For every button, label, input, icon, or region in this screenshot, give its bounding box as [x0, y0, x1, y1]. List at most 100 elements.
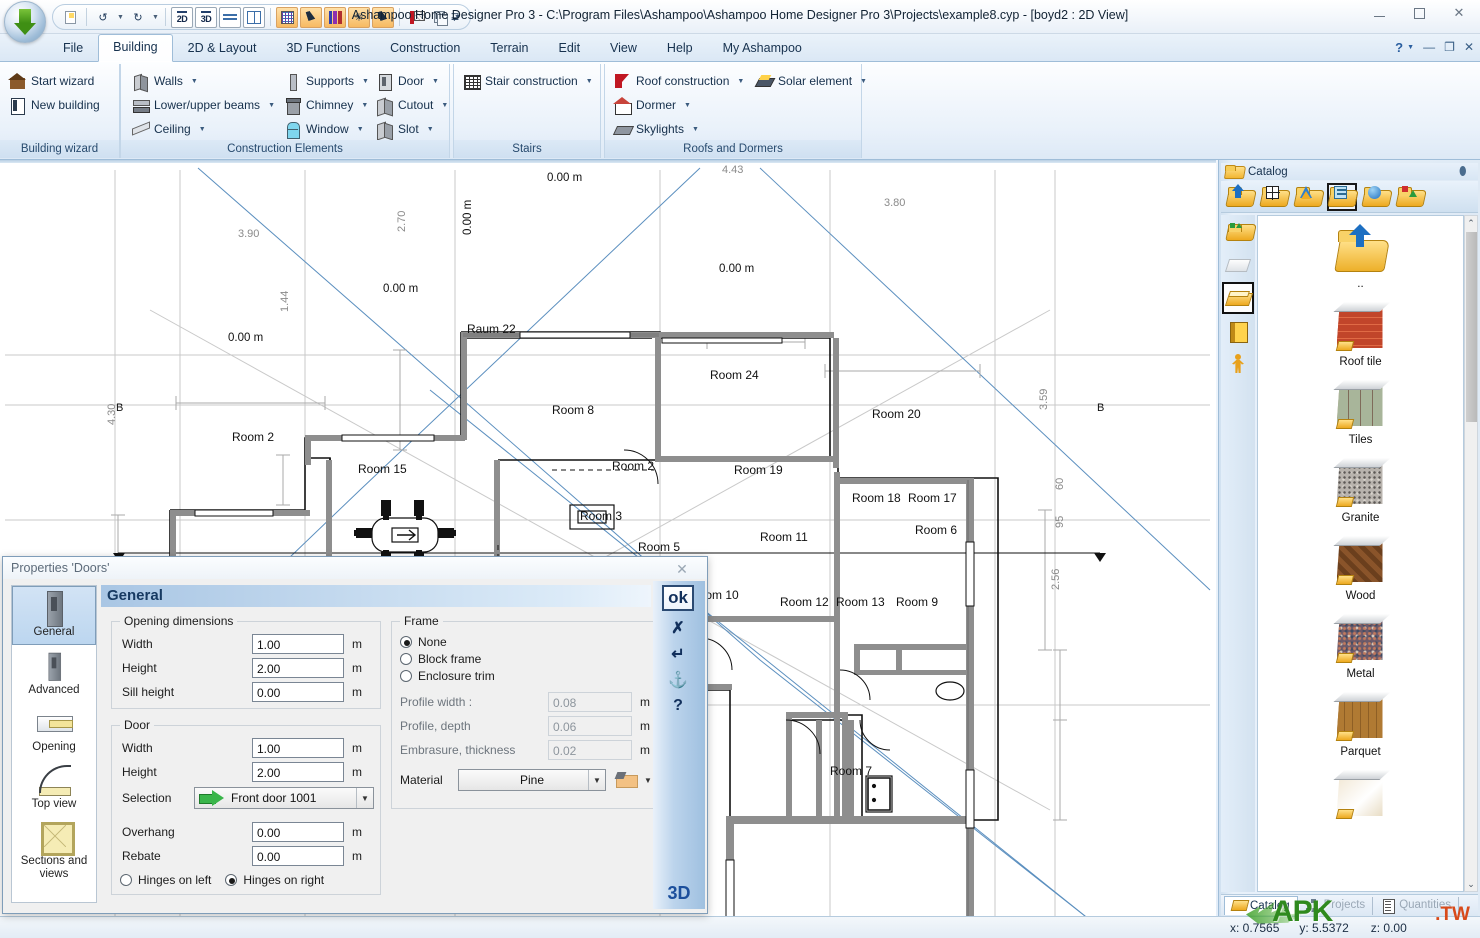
nav-item-general[interactable]: General	[12, 586, 96, 645]
opening-height-input[interactable]	[252, 658, 344, 678]
ribbon-item-cutout[interactable]: Cutout ▼	[373, 94, 451, 116]
catalog-tab-3d-objects[interactable]	[1222, 249, 1254, 281]
catalog-list-item[interactable]: Parquet	[1258, 684, 1463, 762]
document-minimize-button[interactable]: —	[1423, 40, 1435, 54]
chevron-down-icon[interactable]: ▼	[362, 78, 369, 85]
application-menu-orb[interactable]	[4, 1, 46, 43]
chevron-down-icon[interactable]: ▼	[441, 102, 448, 109]
tab-catalog[interactable]: Catalog	[1224, 896, 1298, 915]
ribbon-item-supports[interactable]: Supports ▼	[281, 70, 372, 92]
split-vertical-icon[interactable]	[243, 6, 265, 28]
catalog-windows-folder-button[interactable]	[1259, 183, 1289, 211]
overhang-input[interactable]	[252, 822, 344, 842]
ribbon-item-skylights[interactable]: Skylights ▼	[611, 118, 702, 140]
sill-height-input[interactable]	[252, 682, 344, 702]
catalog-objects-folder-button[interactable]	[1293, 183, 1323, 211]
ribbon-item-dormer[interactable]: Dormer ▼	[611, 94, 694, 116]
catalog-up-folder-button[interactable]	[1225, 183, 1255, 211]
nav-item-advanced[interactable]: Advanced	[12, 645, 96, 702]
ribbon-item-slot[interactable]: Slot ▼	[373, 118, 437, 140]
tab-terrain[interactable]: Terrain	[475, 35, 543, 62]
catalog-list-item[interactable]: Tiles	[1258, 372, 1463, 450]
qat-overflow-icon[interactable]: ⋥	[444, 6, 466, 27]
ribbon-item-roof-construction[interactable]: Roof construction ▼	[611, 70, 747, 92]
scroll-up-icon[interactable]: ⌃	[1465, 216, 1477, 230]
snap-pointer-icon[interactable]	[300, 6, 322, 28]
ok-button[interactable]: ok	[662, 585, 694, 611]
nav-item-top-view[interactable]: Top view	[12, 759, 96, 816]
ribbon-item-ceiling[interactable]: Ceiling ▼	[129, 118, 209, 140]
new-document-icon[interactable]	[59, 7, 81, 28]
tab-edit[interactable]: Edit	[544, 35, 596, 62]
chevron-down-icon[interactable]: ▼	[268, 102, 275, 109]
tab-help[interactable]: Help	[652, 35, 708, 62]
catalog-materials-folder-button[interactable]	[1327, 182, 1357, 211]
preview-3d-button[interactable]: 3D	[659, 881, 699, 905]
material-swatch-dropdown-icon[interactable]: ▼	[644, 776, 652, 785]
frame-none-radio[interactable]	[400, 636, 412, 648]
door-selection-combobox[interactable]: Front door 1001 ▼	[194, 787, 374, 809]
material-combobox[interactable]: Pine ▼	[458, 769, 606, 791]
catalog-list-item[interactable]: Roof tile	[1258, 294, 1463, 372]
catalog-item-list[interactable]: .. Roof tile Tiles Granite Wood Metal Pa…	[1257, 215, 1464, 892]
nav-item-opening[interactable]: Opening	[12, 702, 96, 759]
catalog-tab-people[interactable]	[1222, 348, 1254, 380]
document-restore-button[interactable]: ❐	[1444, 40, 1455, 54]
catalog-globe-folder-button[interactable]	[1361, 183, 1391, 211]
redo-dropdown-icon[interactable]: ▼	[151, 14, 160, 21]
anchor-button[interactable]: ⚓	[662, 667, 694, 693]
dialog-close-button[interactable]: ✕	[673, 561, 691, 578]
help-icon[interactable]: ?	[1395, 40, 1403, 55]
opening-width-input[interactable]	[252, 634, 344, 654]
chevron-down-icon[interactable]: ▼	[191, 78, 198, 85]
catalog-list-item[interactable]: ..	[1258, 216, 1463, 294]
chevron-down-icon[interactable]: ▼	[684, 102, 691, 109]
window-close-button[interactable]: ✕	[1444, 2, 1474, 24]
catalog-tab-textures[interactable]	[1222, 315, 1254, 347]
tab-3d-functions[interactable]: 3D Functions	[271, 35, 375, 62]
chevron-down-icon[interactable]: ▼	[361, 102, 368, 109]
ribbon-item-lower-upper-beams[interactable]: Lower/upper beams ▼	[129, 94, 278, 116]
tab-construction[interactable]: Construction	[375, 35, 475, 62]
select-pointer-icon[interactable]	[372, 6, 394, 28]
tab-file[interactable]: File	[48, 35, 98, 62]
tab-building[interactable]: Building	[98, 34, 173, 62]
help-button[interactable]: ?	[662, 693, 694, 719]
ribbon-item-stair-construction[interactable]: Stair construction ▼	[460, 70, 596, 92]
rebate-input[interactable]	[252, 846, 344, 866]
catalog-tab-shapes[interactable]	[1222, 216, 1254, 248]
chevron-down-icon[interactable]: ▼	[588, 770, 605, 790]
ribbon-item-chimney[interactable]: Chimney ▼	[281, 94, 371, 116]
nav-item-sections-and-views[interactable]: Sections and views	[12, 816, 96, 886]
document-close-button[interactable]: ✕	[1464, 40, 1474, 54]
hinges-left-radio[interactable]	[120, 874, 132, 886]
scroll-down-icon[interactable]: ⌄	[1465, 877, 1477, 891]
tab-2d-layout[interactable]: 2D & Layout	[173, 35, 272, 62]
ribbon-item-window[interactable]: Window ▼	[281, 118, 367, 140]
help-dropdown-icon[interactable]: ▼	[1407, 44, 1414, 51]
split-horizontal-icon[interactable]	[219, 6, 241, 28]
chevron-down-icon[interactable]: ▼	[737, 78, 744, 85]
undo-icon[interactable]: ↺	[92, 7, 114, 28]
ribbon-item-door[interactable]: Door ▼	[373, 70, 442, 92]
chevron-down-icon[interactable]: ▼	[356, 788, 373, 808]
ortho-snap-icon[interactable]: ✳	[348, 6, 370, 28]
ribbon-item-new-building[interactable]: New building	[6, 94, 103, 116]
apply-button[interactable]: ↵	[662, 641, 694, 667]
cancel-button[interactable]: ✗	[662, 615, 694, 641]
flag-icon[interactable]	[405, 7, 427, 28]
chevron-down-icon[interactable]: ▼	[432, 78, 439, 85]
redo-icon[interactable]: ↻	[127, 7, 149, 28]
chevron-down-icon[interactable]: ▼	[692, 126, 699, 133]
auto-hide-pin-icon[interactable]: ⬮	[1459, 164, 1472, 178]
view-3d-icon[interactable]: 3D	[195, 6, 217, 28]
grid-icon[interactable]	[276, 6, 298, 28]
catalog-list-item[interactable]	[1258, 762, 1463, 828]
door-height-input[interactable]	[252, 762, 344, 782]
frame-block-radio[interactable]	[400, 653, 412, 665]
undo-dropdown-icon[interactable]: ▼	[116, 14, 125, 21]
chevron-down-icon[interactable]: ▼	[586, 78, 593, 85]
catalog-list-item[interactable]: Metal	[1258, 606, 1463, 684]
frame-enclosure-radio[interactable]	[400, 670, 412, 682]
tab-view[interactable]: View	[595, 35, 652, 62]
